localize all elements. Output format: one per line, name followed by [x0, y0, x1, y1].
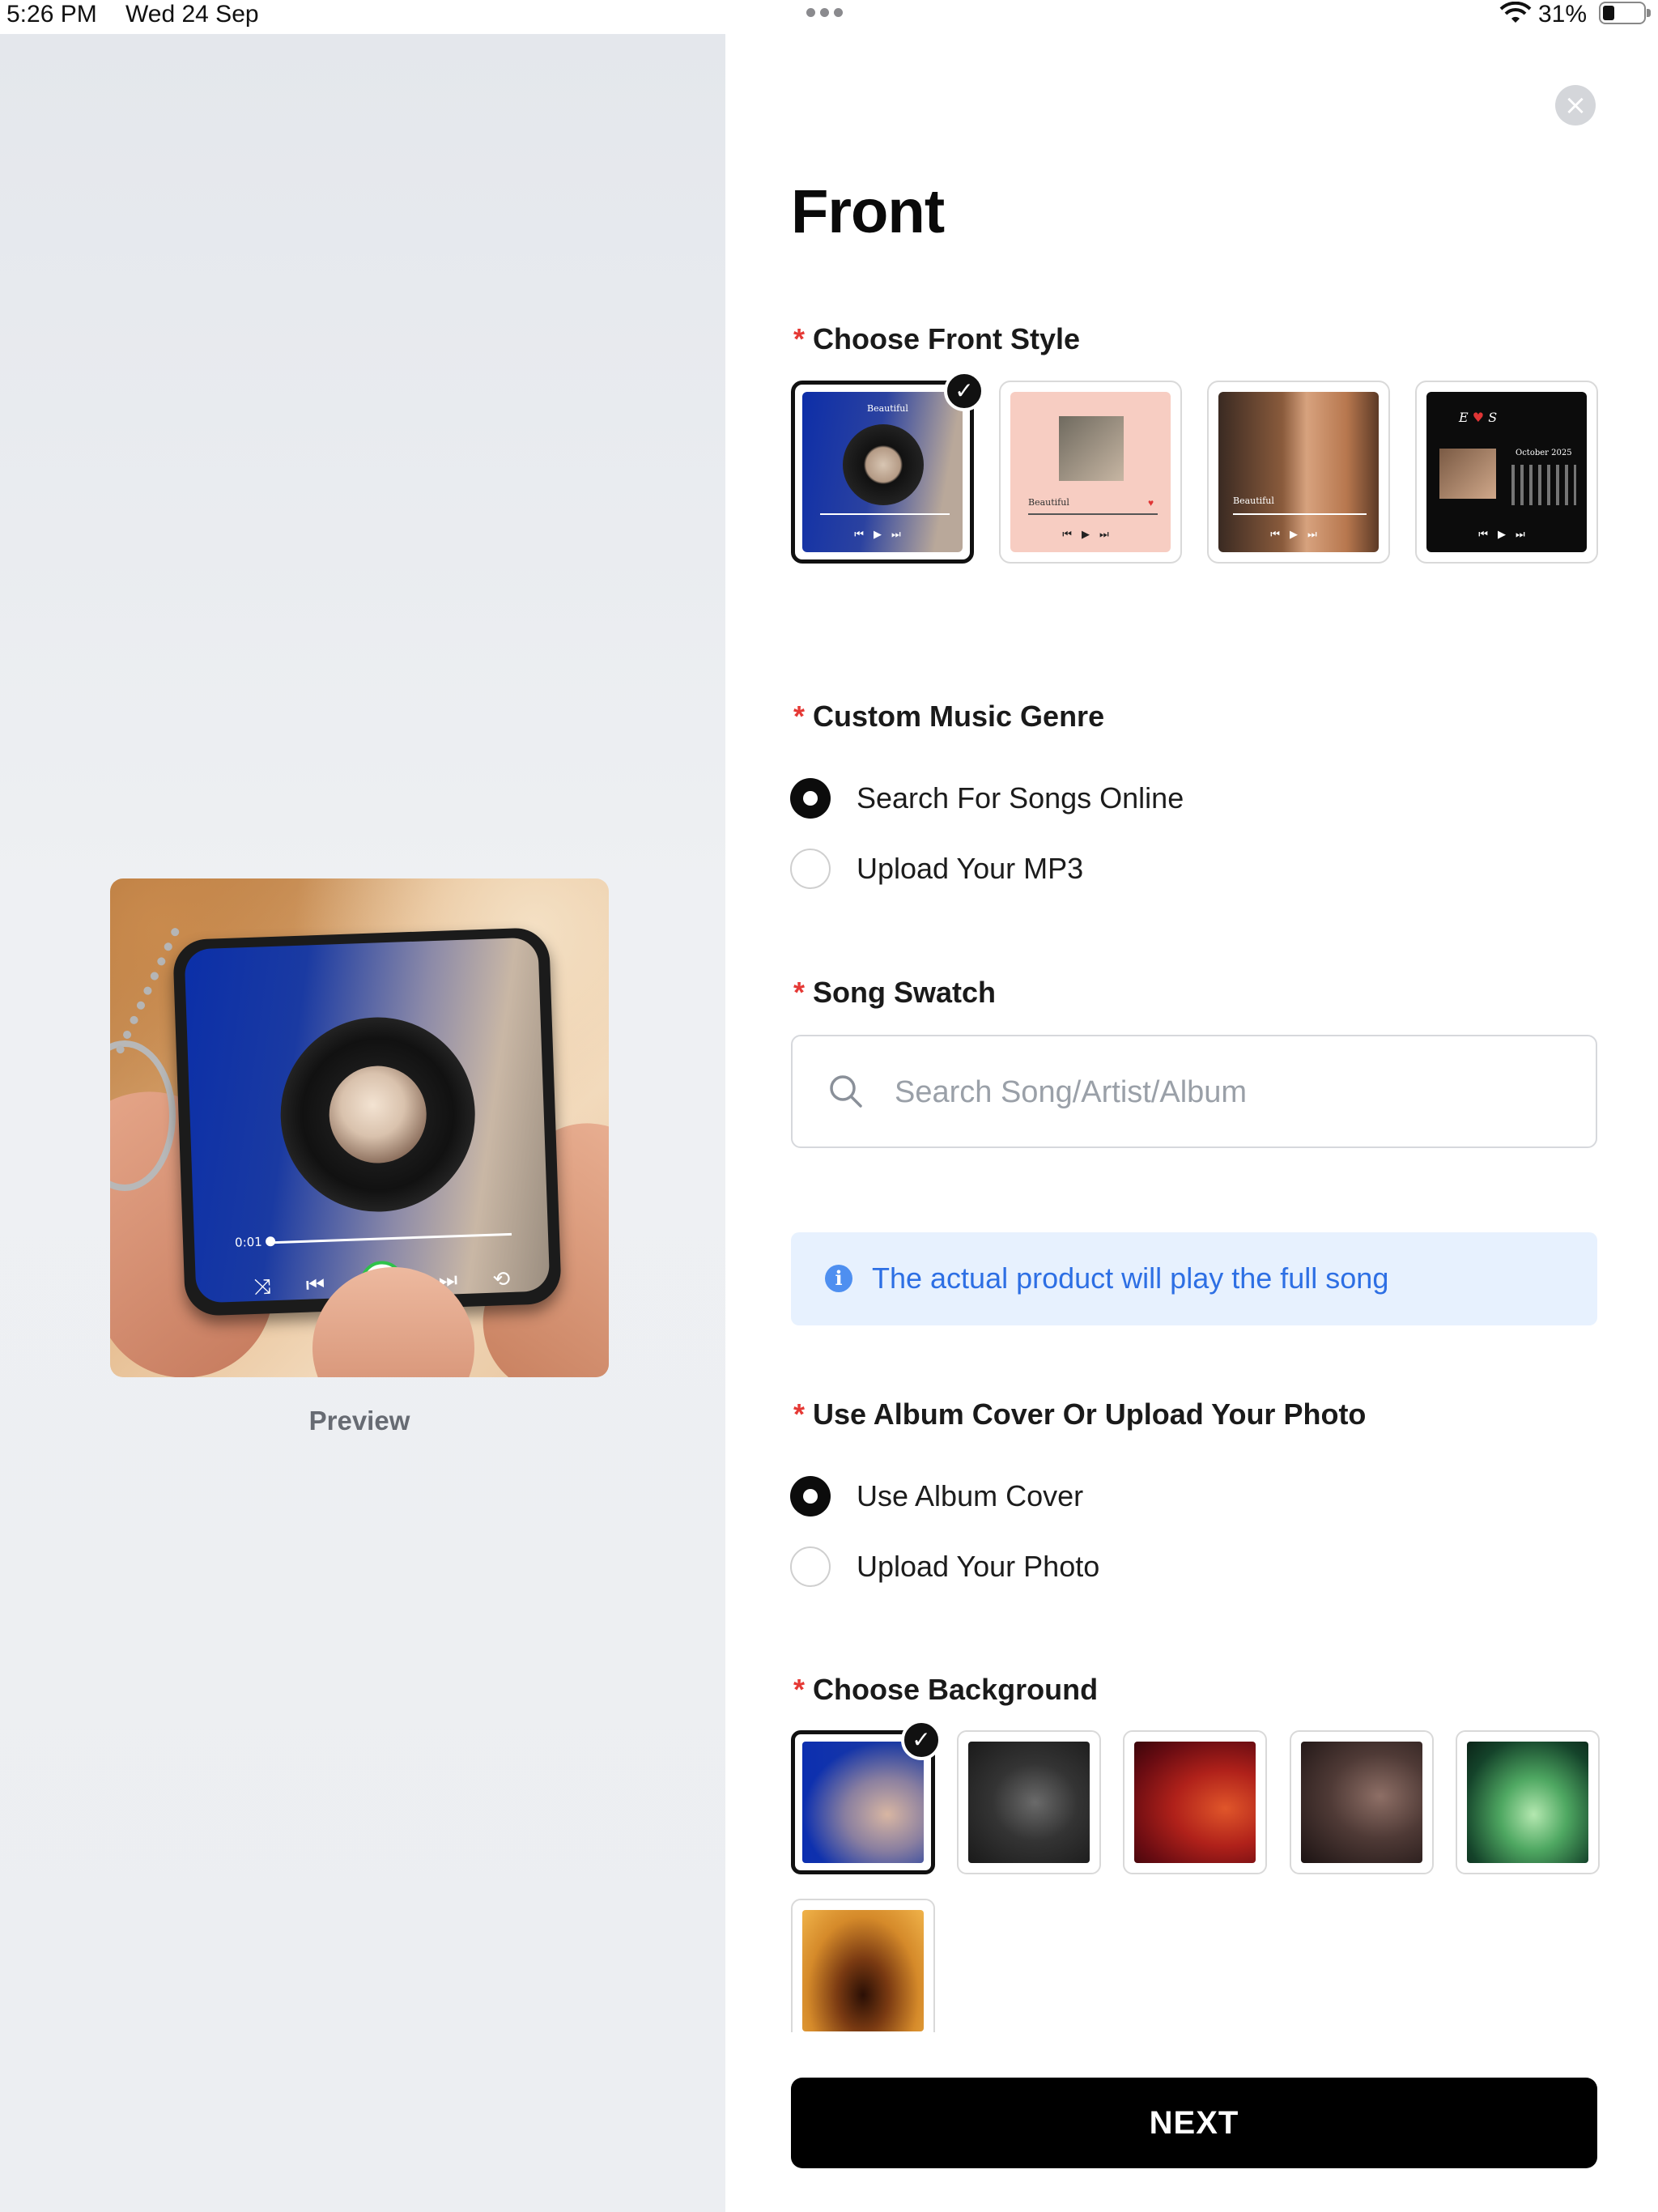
info-icon: i — [825, 1265, 852, 1292]
front-style-option-vinyl[interactable]: Beautiful ⏮▶⏭ — [791, 381, 974, 564]
radio-button[interactable] — [790, 1546, 831, 1587]
vinyl-record-icon — [277, 1014, 478, 1215]
radio-upload-your-photo[interactable]: Upload Your Photo — [790, 1544, 1099, 1589]
status-date: Wed 24 Sep — [125, 1, 259, 28]
player-screen: 0:01 ⤨ ⏮ b ⏭ ⟲ — [184, 937, 551, 1304]
preview-label: Preview — [308, 1406, 410, 1436]
battery-percent: 31% — [1538, 1, 1588, 28]
radio-button[interactable] — [790, 849, 831, 889]
mini-player-controls-icon: ⏮▶⏭ — [1270, 528, 1327, 540]
selected-check-icon: ✓ — [901, 1720, 942, 1760]
preview-pane: 0:01 ⤨ ⏮ b ⏭ ⟲ Preview — [0, 34, 725, 2212]
couple-photo — [327, 1064, 428, 1165]
keychain-player: 0:01 ⤨ ⏮ b ⏭ ⟲ — [172, 927, 562, 1317]
song-swatch-label: * Song Swatch — [793, 976, 997, 1009]
info-banner: i The actual product will play the full … — [791, 1232, 1597, 1325]
radio-button-selected[interactable] — [790, 778, 831, 819]
heart-icon: ♥ — [1148, 497, 1154, 508]
background-label: * Choose Background — [793, 1673, 1099, 1706]
radio-upload-mp3[interactable]: Upload Your MP3 — [790, 846, 1083, 891]
front-style-option-photo[interactable]: Beautiful ⏮▶⏭ — [1207, 381, 1390, 564]
next-button[interactable]: NEXT — [791, 2078, 1597, 2168]
album-cover-label: * Use Album Cover Or Upload Your Photo — [793, 1397, 1367, 1431]
battery-icon — [1599, 2, 1651, 24]
mini-player-controls-icon: ⏮▶⏭ — [1478, 528, 1535, 540]
multitasking-dots-icon[interactable] — [806, 8, 843, 17]
search-icon — [830, 1075, 862, 1108]
vinyl-record-icon — [843, 424, 924, 505]
player-time: 0:01 — [234, 1234, 263, 1250]
heart-collage-photo — [1439, 449, 1496, 499]
front-style-option-pink[interactable]: Beautiful ♥ ⏮▶⏭ — [999, 381, 1182, 564]
background-row-2 — [777, 1895, 1658, 2032]
info-text: The actual product will play the full so… — [872, 1261, 1389, 1295]
radio-button-selected[interactable] — [790, 1476, 831, 1516]
close-button[interactable]: × — [1555, 85, 1596, 125]
front-style-option-calendar[interactable]: E ♥ S October 2025 ⏮▶⏭ — [1415, 381, 1598, 564]
background-swatch-red[interactable] — [1123, 1730, 1267, 1874]
progress-bar — [269, 1232, 512, 1244]
song-search-field[interactable] — [791, 1035, 1597, 1148]
background-swatch-amber[interactable] — [791, 1899, 935, 2032]
wifi-icon — [1499, 2, 1532, 23]
status-time: 5:26 PM — [6, 1, 97, 28]
background-swatch-gray[interactable] — [957, 1730, 1101, 1874]
preview-image: 0:01 ⤨ ⏮ b ⏭ ⟲ — [110, 878, 609, 1377]
status-bar: 5:26 PM Wed 24 Sep 31% — [0, 0, 1658, 34]
mini-player-controls-icon: ⏮▶⏭ — [854, 528, 911, 540]
song-search-input[interactable] — [893, 1061, 1560, 1124]
repeat-icon: ⟲ — [491, 1266, 511, 1291]
progress-handle — [265, 1236, 276, 1247]
background-swatch-green[interactable] — [1456, 1730, 1600, 1874]
calendar-grid — [1511, 465, 1576, 505]
background-swatch-brown[interactable] — [1290, 1730, 1434, 1874]
shuffle-icon: ⤨ — [253, 1274, 271, 1299]
couple-photo — [1059, 416, 1124, 481]
previous-icon: ⏮ — [305, 1271, 325, 1297]
mini-player-controls-icon: ⏮▶⏭ — [1062, 528, 1119, 540]
page-title: Front — [791, 177, 945, 246]
radio-search-songs-online[interactable]: Search For Songs Online — [790, 776, 1184, 821]
music-genre-label: * Custom Music Genre — [793, 700, 1105, 733]
selected-check-icon: ✓ — [944, 371, 984, 411]
front-style-label: * Choose Front Style — [793, 322, 1081, 355]
radio-use-album-cover[interactable]: Use Album Cover — [790, 1474, 1083, 1519]
